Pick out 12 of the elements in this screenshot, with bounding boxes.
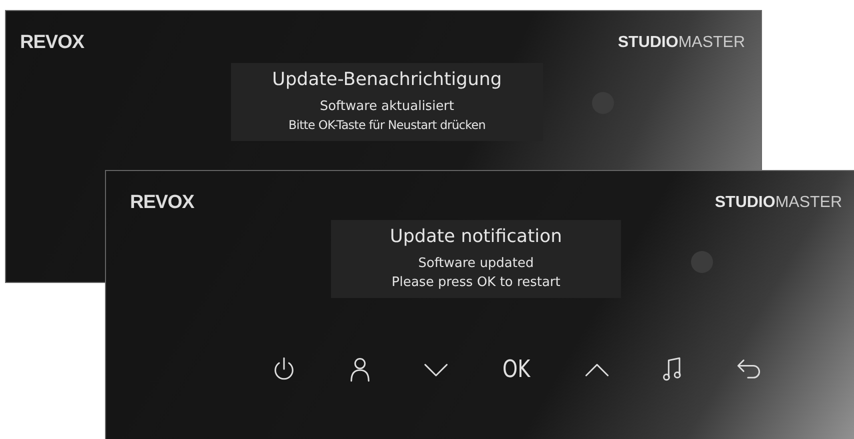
notification-text: Please press OK to restart <box>390 274 562 292</box>
notification-title: Update notification <box>388 225 564 249</box>
notification-text: Software updated <box>417 255 535 273</box>
notification-text: Software aktualisiert <box>318 98 456 116</box>
notification-title: Update-Benachrichtigung <box>271 68 503 92</box>
brand-label: STUDIOMASTER <box>618 34 745 52</box>
brand-label: STUDIOMASTER <box>714 194 842 212</box>
sensor-dot <box>691 251 713 273</box>
logo: REVOX <box>20 32 84 54</box>
ok-button[interactable]: OK <box>502 356 530 382</box>
notification-text: Bitte OK-Taste für Neustart drücken <box>288 117 486 134</box>
logo: REVOX <box>130 192 194 214</box>
